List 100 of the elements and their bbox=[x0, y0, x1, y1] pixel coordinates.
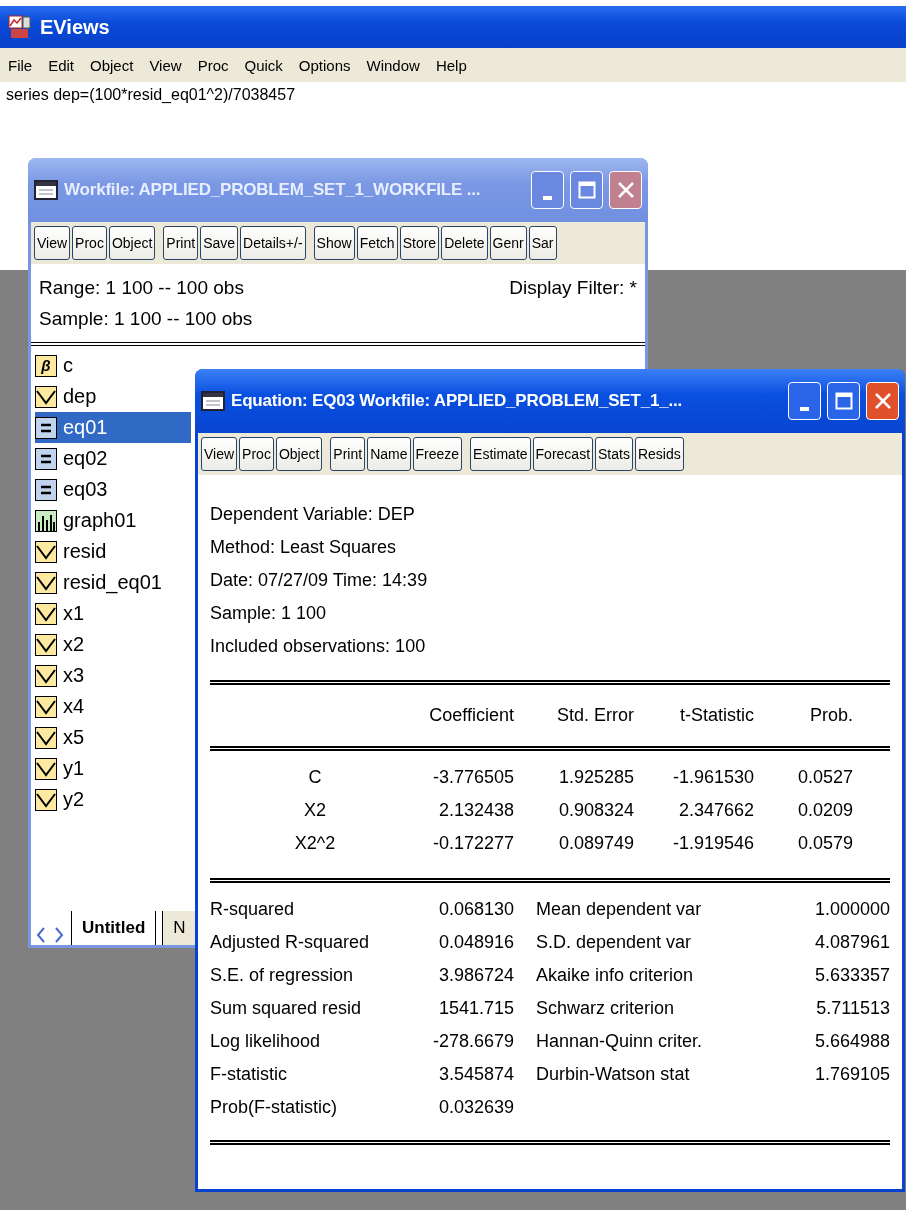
toolbar-button[interactable]: Sar bbox=[528, 226, 557, 260]
toolbar-button[interactable]: Object bbox=[275, 437, 323, 471]
close-button[interactable] bbox=[609, 171, 642, 209]
object-item[interactable]: resid bbox=[35, 536, 191, 567]
menu-item[interactable]: Quick bbox=[244, 56, 283, 74]
sheet-tab[interactable]: Untitled bbox=[71, 911, 157, 945]
range-text: Range: 1 100 -- 100 obs bbox=[39, 276, 245, 300]
statistic-label: Log likelihood bbox=[210, 1030, 322, 1053]
object-item[interactable]: eq03 bbox=[35, 474, 191, 505]
command-text: series dep=(100*resid_eq01^2)/7038457 bbox=[6, 86, 296, 103]
menu-item[interactable]: Window bbox=[366, 56, 420, 74]
statistic-value: 1.769105 bbox=[813, 1063, 890, 1086]
toolbar-button[interactable]: View bbox=[34, 226, 71, 260]
toolbar-button[interactable]: Freeze bbox=[412, 437, 463, 471]
object-item[interactable]: eq01 bbox=[35, 412, 191, 443]
object-item[interactable]: x3 bbox=[35, 660, 191, 691]
menu-item[interactable]: Options bbox=[298, 56, 351, 74]
menu-item[interactable]: Object bbox=[90, 56, 134, 74]
beta-icon: β bbox=[35, 354, 57, 377]
menu-item[interactable]: Proc bbox=[197, 56, 229, 74]
minimize-icon bbox=[543, 196, 552, 200]
statistic-label: S.E. of regression bbox=[210, 964, 355, 987]
menu-item[interactable]: Help bbox=[435, 56, 467, 74]
table-cell-text: 1.925285 bbox=[557, 766, 634, 789]
table-cell-text: -1.919546 bbox=[671, 832, 754, 855]
toolbar-button[interactable]: Object bbox=[108, 226, 156, 260]
toolbar-button[interactable]: Print bbox=[163, 226, 199, 260]
maximize-button[interactable] bbox=[827, 382, 860, 420]
object-item[interactable]: x4 bbox=[35, 691, 191, 722]
table-cell-text: 0.0527 bbox=[796, 766, 853, 789]
minimize-button[interactable] bbox=[531, 171, 564, 209]
toolbar-button[interactable]: Name bbox=[367, 437, 411, 471]
table-cell-text: -3.776505 bbox=[431, 766, 514, 789]
statistic-value: -278.6679 bbox=[431, 1030, 514, 1053]
sample-text: Sample: 1 100 -- 100 obs bbox=[39, 307, 254, 331]
object-item[interactable]: resid_eq01 bbox=[35, 567, 191, 598]
object-item[interactable]: x1 bbox=[35, 598, 191, 629]
statistic-value: 5.711513 bbox=[815, 997, 890, 1020]
toolbar-button[interactable]: Genr bbox=[489, 226, 527, 260]
statistic-value: 0.032639 bbox=[437, 1096, 514, 1119]
equation-icon bbox=[35, 478, 57, 501]
toolbar-button[interactable]: Proc bbox=[72, 226, 107, 260]
statistic-label: Durbin-Watson stat bbox=[535, 1063, 691, 1086]
table-cell-text: 2.347662 bbox=[677, 799, 754, 822]
statistic-value: 4.087961 bbox=[813, 931, 890, 954]
window-icon bbox=[201, 391, 225, 411]
table-cell-text: 2.132438 bbox=[437, 799, 514, 822]
toolbar-button[interactable]: Print bbox=[330, 437, 366, 471]
object-item[interactable]: x5 bbox=[35, 722, 191, 753]
series-icon bbox=[35, 385, 57, 408]
minimize-button[interactable] bbox=[788, 382, 821, 420]
statistic-label: Akaike info criterion bbox=[535, 964, 695, 987]
statistic-label: S.D. dependent var bbox=[535, 931, 693, 954]
menu-item[interactable]: File bbox=[8, 56, 33, 74]
statistic-label: Schwarz criterion bbox=[535, 997, 676, 1020]
toolbar-button[interactable]: Show bbox=[313, 226, 355, 260]
object-item[interactable]: graph01 bbox=[35, 505, 191, 536]
header-line: Dependent Variable: DEP bbox=[210, 504, 415, 524]
object-item[interactable]: y1 bbox=[35, 753, 191, 784]
header-line: Date: 07/27/09 Time: 14:39 bbox=[210, 570, 428, 590]
toolbar-button[interactable]: Estimate bbox=[470, 437, 531, 471]
object-item[interactable]: eq02 bbox=[35, 443, 191, 474]
statistic-label: Mean dependent var bbox=[535, 898, 703, 921]
sheet-tab[interactable]: N bbox=[162, 911, 197, 945]
equation-icon bbox=[35, 447, 57, 470]
object-item[interactable]: dep bbox=[35, 381, 191, 412]
header-line: Method: Least Squares bbox=[210, 537, 397, 557]
maximize-icon bbox=[577, 181, 596, 199]
series-icon bbox=[35, 726, 57, 749]
menu-item[interactable]: Edit bbox=[48, 56, 75, 74]
toolbar-button[interactable]: Proc bbox=[239, 437, 274, 471]
equation-icon bbox=[35, 416, 57, 439]
toolbar-button[interactable]: Stats bbox=[595, 437, 633, 471]
toolbar-button[interactable]: Fetch bbox=[356, 226, 398, 260]
app-title: EViews bbox=[40, 15, 110, 39]
menu-item[interactable]: View bbox=[149, 56, 182, 74]
statistic-label: Prob(F-statistic) bbox=[210, 1096, 338, 1119]
toolbar-button[interactable]: View bbox=[201, 437, 238, 471]
statistic-value: 3.986724 bbox=[437, 964, 514, 987]
object-item[interactable]: x2 bbox=[35, 629, 191, 660]
header-line: Sample: 1 100 bbox=[210, 603, 327, 623]
toolbar-button[interactable]: Forecast bbox=[532, 437, 594, 471]
toolbar-button[interactable]: Resids bbox=[634, 437, 684, 471]
toolbar-button[interactable]: Store bbox=[399, 226, 440, 260]
statistic-label: R-squared bbox=[210, 898, 296, 921]
statistic-value: 1.000000 bbox=[813, 898, 890, 921]
toolbar-button[interactable]: Details+/- bbox=[240, 226, 306, 260]
variable-name: X2 bbox=[303, 799, 327, 822]
statistic-value: 0.048916 bbox=[437, 931, 514, 954]
maximize-icon bbox=[834, 392, 853, 410]
statistic-label: Hannan-Quinn criter. bbox=[535, 1030, 704, 1053]
object-item[interactable]: y2 bbox=[35, 784, 191, 815]
window-title: Equation: EQ03 Workfile: APPLIED_PROBLEM_SET_1_... bbox=[231, 391, 683, 411]
object-item[interactable]: β c bbox=[35, 350, 191, 381]
window-title: Workfile: APPLIED_PROBLEM_SET_1_WORKFILE ... bbox=[64, 180, 482, 200]
maximize-button[interactable] bbox=[570, 171, 603, 209]
close-button[interactable] bbox=[866, 382, 899, 420]
statistic-label: F-statistic bbox=[210, 1063, 288, 1086]
toolbar-button[interactable]: Delete bbox=[441, 226, 488, 260]
toolbar-button[interactable]: Save bbox=[200, 226, 239, 260]
